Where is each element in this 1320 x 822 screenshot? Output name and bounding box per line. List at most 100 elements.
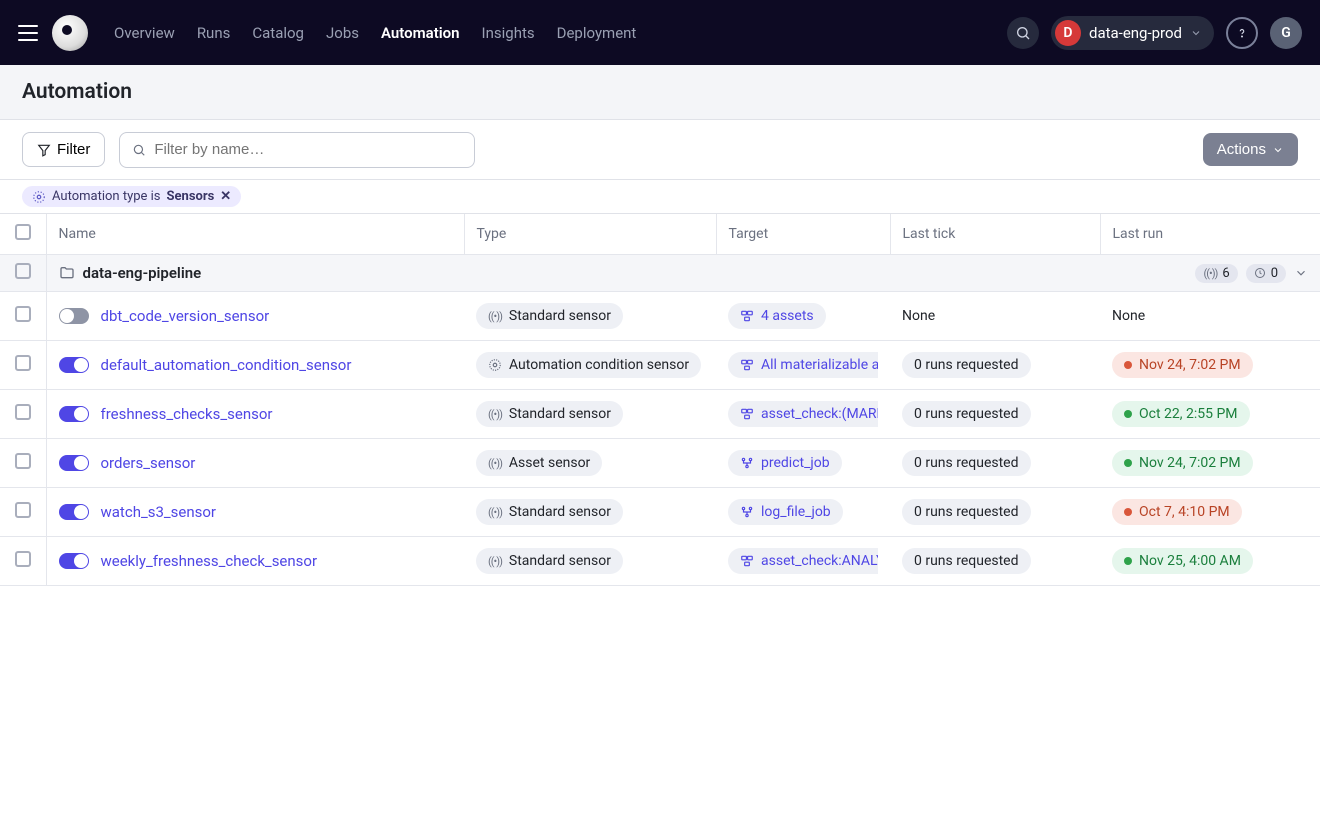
automations-table: Name Type Target Last tick Last run data… xyxy=(0,214,1320,586)
help-icon[interactable] xyxy=(1226,17,1258,49)
target-pill[interactable]: 4 assets xyxy=(728,303,826,329)
sensor-link[interactable]: watch_s3_sensor xyxy=(101,503,217,521)
assets-icon xyxy=(740,407,754,421)
chevron-down-icon xyxy=(1190,27,1202,39)
menu-icon[interactable] xyxy=(18,25,38,41)
last-run-pill[interactable]: Nov 25, 4:00 AM xyxy=(1112,548,1253,574)
schedule-count-badge: 0 xyxy=(1246,264,1286,283)
search-icon[interactable] xyxy=(1007,17,1039,49)
filter-icon xyxy=(37,143,51,157)
user-avatar[interactable]: G xyxy=(1270,17,1302,49)
sensor-link[interactable]: default_automation_condition_sensor xyxy=(101,356,352,374)
nav-item-runs[interactable]: Runs xyxy=(197,24,231,42)
row-checkbox[interactable] xyxy=(15,551,31,567)
sensor-link[interactable]: freshness_checks_sensor xyxy=(101,405,273,423)
table-row: default_automation_condition_sensor Auto… xyxy=(0,341,1320,390)
select-all-checkbox[interactable] xyxy=(15,224,31,240)
row-checkbox[interactable] xyxy=(15,404,31,420)
table-row: orders_sensor ((•))Asset sensor predict_… xyxy=(0,439,1320,488)
sensor-icon: ((•)) xyxy=(488,408,502,421)
actions-button[interactable]: Actions xyxy=(1203,133,1298,166)
table-row: dbt_code_version_sensor ((•))Standard se… xyxy=(0,292,1320,341)
row-checkbox[interactable] xyxy=(15,355,31,371)
nav-item-overview[interactable]: Overview xyxy=(114,24,175,42)
last-run-pill[interactable]: Oct 22, 2:55 PM xyxy=(1112,401,1250,427)
col-last-run: Last run xyxy=(1100,214,1320,255)
type-pill: ((•))Standard sensor xyxy=(476,401,623,427)
status-dot xyxy=(1124,557,1132,565)
nav-item-deployment[interactable]: Deployment xyxy=(557,24,637,42)
workspace-badge: D xyxy=(1055,20,1081,46)
active-filters: Automation type is Sensors ✕ xyxy=(0,180,1320,214)
row-checkbox[interactable] xyxy=(15,502,31,518)
page-header: Automation xyxy=(0,65,1320,120)
filter-chip-prefix: Automation type is xyxy=(52,189,161,204)
target-pill[interactable]: predict_job xyxy=(728,450,842,476)
table-row: weekly_freshness_check_sensor ((•))Stand… xyxy=(0,537,1320,586)
last-tick-pill: 0 runs requested xyxy=(902,499,1031,525)
sensor-count-badge: ((•)) 6 xyxy=(1195,264,1237,283)
type-pill: ((•))Standard sensor xyxy=(476,499,623,525)
search-field[interactable] xyxy=(119,132,475,168)
last-tick-text: None xyxy=(902,308,935,324)
automation-icon xyxy=(488,358,502,372)
status-dot xyxy=(1124,410,1132,418)
top-nav: Overview Runs Catalog Jobs Automation Insight… xyxy=(0,0,1320,65)
enable-toggle[interactable] xyxy=(59,357,89,373)
col-last-tick: Last tick xyxy=(890,214,1100,255)
last-tick-pill: 0 runs requested xyxy=(902,548,1031,574)
last-tick-pill: 0 runs requested xyxy=(902,450,1031,476)
sensor-icon: ((•)) xyxy=(488,310,502,323)
nav-item-insights[interactable]: Insights xyxy=(482,24,535,42)
job-icon xyxy=(740,456,754,470)
assets-icon xyxy=(740,358,754,372)
sensor-link[interactable]: orders_sensor xyxy=(101,454,196,472)
target-pill[interactable]: asset_check:ANALYTICS xyxy=(728,548,878,574)
row-checkbox[interactable] xyxy=(15,453,31,469)
job-icon xyxy=(740,505,754,519)
clock-icon xyxy=(1254,267,1266,279)
folder-icon xyxy=(59,265,75,281)
filter-chip-value: Sensors xyxy=(167,189,215,204)
nav-item-jobs[interactable]: Jobs xyxy=(326,24,359,42)
target-pill[interactable]: log_file_job xyxy=(728,499,843,525)
search-input[interactable] xyxy=(154,141,462,158)
assets-icon xyxy=(740,309,754,323)
last-run-pill[interactable]: Nov 24, 7:02 PM xyxy=(1112,352,1253,378)
enable-toggle[interactable] xyxy=(59,455,89,471)
status-dot xyxy=(1124,361,1132,369)
enable-toggle[interactable] xyxy=(59,504,89,520)
enable-toggle[interactable] xyxy=(59,553,89,569)
type-pill: Automation condition sensor xyxy=(476,352,701,378)
col-type: Type xyxy=(464,214,716,255)
enable-toggle[interactable] xyxy=(59,406,89,422)
enable-toggle[interactable] xyxy=(59,308,89,324)
status-dot xyxy=(1124,508,1132,516)
last-run-pill[interactable]: Nov 24, 7:02 PM xyxy=(1112,450,1253,476)
app-logo[interactable] xyxy=(52,15,88,51)
table-row: watch_s3_sensor ((•))Standard sensor log… xyxy=(0,488,1320,537)
filter-chip-automation-type[interactable]: Automation type is Sensors ✕ xyxy=(22,186,241,207)
nav-item-catalog[interactable]: Catalog xyxy=(252,24,304,42)
nav-items: Overview Runs Catalog Jobs Automation Insight… xyxy=(114,24,1007,42)
search-icon xyxy=(132,143,146,157)
assets-icon xyxy=(740,554,754,568)
toolbar: Filter Actions xyxy=(0,120,1320,180)
chevron-down-icon xyxy=(1272,144,1284,156)
last-run-pill[interactable]: Oct 7, 4:10 PM xyxy=(1112,499,1242,525)
row-checkbox[interactable] xyxy=(15,306,31,322)
table-row: freshness_checks_sensor ((•))Standard se… xyxy=(0,390,1320,439)
group-checkbox[interactable] xyxy=(15,263,31,279)
nav-item-automation[interactable]: Automation xyxy=(381,24,460,42)
target-pill[interactable]: asset_check:(MARKETING) xyxy=(728,401,878,427)
filter-button[interactable]: Filter xyxy=(22,132,105,167)
workspace-picker[interactable]: D data-eng-prod xyxy=(1051,16,1214,50)
chevron-down-icon[interactable] xyxy=(1294,266,1308,280)
sensor-icon: ((•)) xyxy=(488,457,502,470)
last-tick-pill: 0 runs requested xyxy=(902,401,1031,427)
status-dot xyxy=(1124,459,1132,467)
remove-filter-icon[interactable]: ✕ xyxy=(220,189,231,204)
sensor-link[interactable]: weekly_freshness_check_sensor xyxy=(101,552,318,570)
target-pill[interactable]: All materializable assets xyxy=(728,352,878,378)
sensor-link[interactable]: dbt_code_version_sensor xyxy=(101,307,270,325)
